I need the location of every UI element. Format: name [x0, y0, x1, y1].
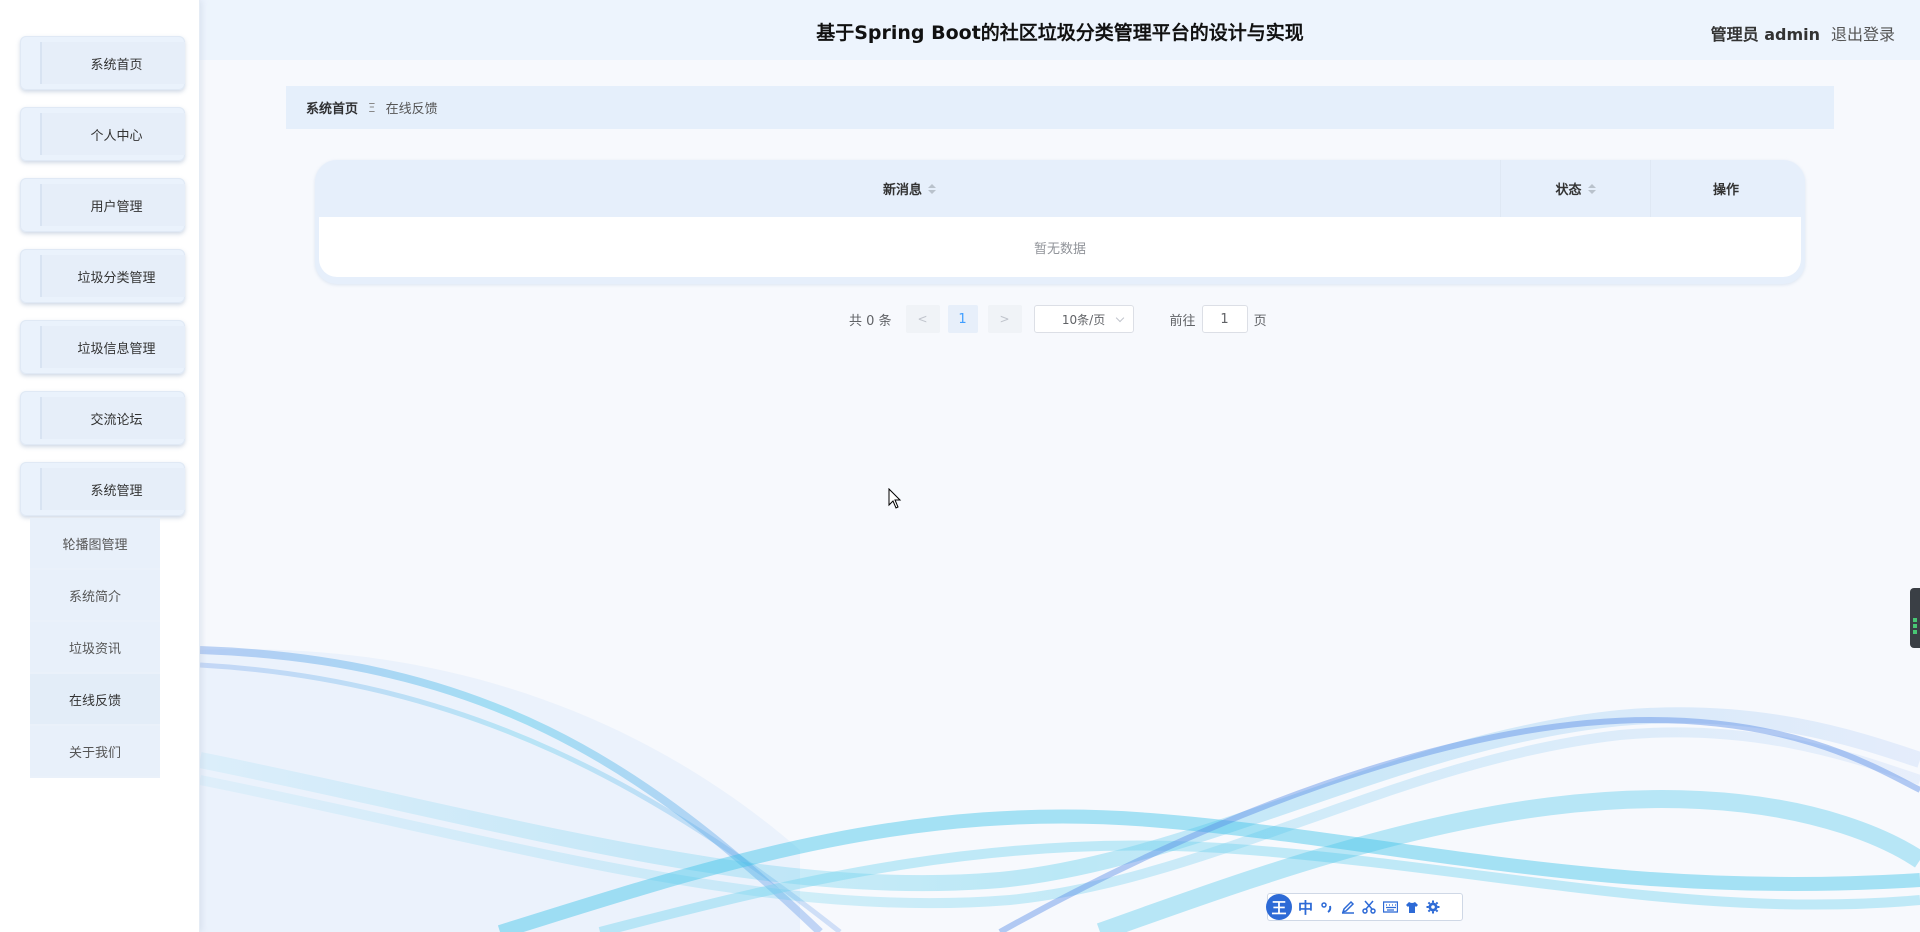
pagination: 共 0 条 < 1 > 10条/页 前往 页: [849, 305, 1267, 333]
sidebar-item-label: 交流论坛: [40, 397, 185, 439]
sidebar-item-garbage-category[interactable]: 垃圾分类管理: [20, 249, 185, 303]
settings-gear-icon[interactable]: [1426, 900, 1440, 914]
sidebar-item-home[interactable]: 系统首页: [20, 36, 185, 90]
ime-mode-toggle[interactable]: 中: [1298, 897, 1313, 918]
submenu-item-about[interactable]: 关于我们: [30, 726, 160, 776]
sidebar-item-label: 垃圾信息管理: [40, 326, 185, 368]
breadcrumb-separator-icon: Ξ: [368, 100, 376, 115]
side-widget-handle[interactable]: [1910, 588, 1920, 648]
column-header-actions: 操作: [1651, 160, 1801, 217]
breadcrumb-home[interactable]: 系统首页: [306, 98, 358, 117]
table-header: 新消息 状态 操作: [319, 160, 1801, 217]
sort-icon[interactable]: [1587, 183, 1596, 195]
table-empty: 暂无数据: [319, 217, 1801, 277]
sidebar-item-label: 个人中心: [40, 113, 185, 155]
pagination-total: 共 0 条: [849, 313, 892, 329]
sidebar-item-profile[interactable]: 个人中心: [20, 107, 185, 161]
column-header-label: 操作: [1712, 183, 1739, 198]
submenu-item-carousel[interactable]: 轮播图管理: [30, 518, 160, 568]
punctuation-icon[interactable]: [1320, 900, 1334, 914]
ime-toolbar: 王 中: [1266, 893, 1463, 921]
system-submenu: 轮播图管理 系统简介 垃圾资讯 在线反馈 关于我们: [30, 518, 160, 778]
sidebar-item-users[interactable]: 用户管理: [20, 178, 185, 232]
breadcrumb: 系统首页 Ξ 在线反馈: [286, 86, 1834, 129]
skin-icon[interactable]: [1405, 901, 1419, 914]
pen-icon[interactable]: [1341, 900, 1355, 914]
ime-logo-icon[interactable]: 王: [1266, 894, 1292, 920]
sidebar-item-system[interactable]: 系统管理: [20, 462, 185, 516]
goto-page-input[interactable]: [1201, 305, 1248, 333]
submenu-item-feedback[interactable]: 在线反馈: [30, 674, 160, 724]
sort-icon[interactable]: [928, 183, 936, 195]
page-title: 基于Spring Boot的社区垃圾分类管理平台的设计与实现: [816, 22, 1304, 44]
page-number[interactable]: 1: [947, 305, 978, 333]
sidebar-item-garbage-info[interactable]: 垃圾信息管理: [20, 320, 185, 374]
page-size-value: 10条/页: [1061, 312, 1106, 327]
sidebar: 系统首页 个人中心 用户管理 垃圾分类管理 垃圾信息管理 交流论坛 系统管理 轮…: [0, 0, 200, 932]
logout-link[interactable]: 退出登录: [1831, 21, 1895, 45]
chevron-down-icon: [1115, 313, 1124, 323]
column-header-message[interactable]: 新消息: [319, 160, 1501, 217]
empty-text: 暂无数据: [1033, 241, 1086, 257]
breadcrumb-current: 在线反馈: [385, 102, 438, 117]
column-header-label: 新消息: [882, 183, 922, 198]
background-waves: [198, 646, 1920, 932]
column-header-status[interactable]: 状态: [1501, 160, 1651, 217]
submenu-item-news[interactable]: 垃圾资讯: [30, 622, 160, 672]
feedback-table: 新消息 状态 操作 暂无数据: [315, 160, 1805, 284]
sidebar-item-label: 系统首页: [40, 42, 185, 84]
prev-page-button[interactable]: <: [905, 305, 940, 333]
column-header-label: 状态: [1555, 183, 1582, 198]
submenu-item-intro[interactable]: 系统简介: [30, 570, 160, 620]
sidebar-item-label: 垃圾分类管理: [40, 255, 185, 297]
scissors-icon[interactable]: [1362, 900, 1376, 914]
page-suffix: 页: [1253, 313, 1267, 329]
keyboard-icon[interactable]: [1383, 901, 1399, 913]
sidebar-item-label: 用户管理: [40, 184, 185, 226]
next-page-button[interactable]: >: [987, 305, 1022, 333]
current-user: 管理员 admin: [1710, 25, 1820, 44]
sidebar-item-label: 系统管理: [40, 468, 185, 510]
goto-label: 前往: [1169, 313, 1196, 329]
sidebar-item-forum[interactable]: 交流论坛: [20, 391, 185, 445]
page-size-select[interactable]: 10条/页: [1033, 305, 1134, 333]
mouse-cursor-icon: [888, 488, 902, 509]
header: 基于Spring Boot的社区垃圾分类管理平台的设计与实现 管理员 admin…: [200, 0, 1920, 60]
